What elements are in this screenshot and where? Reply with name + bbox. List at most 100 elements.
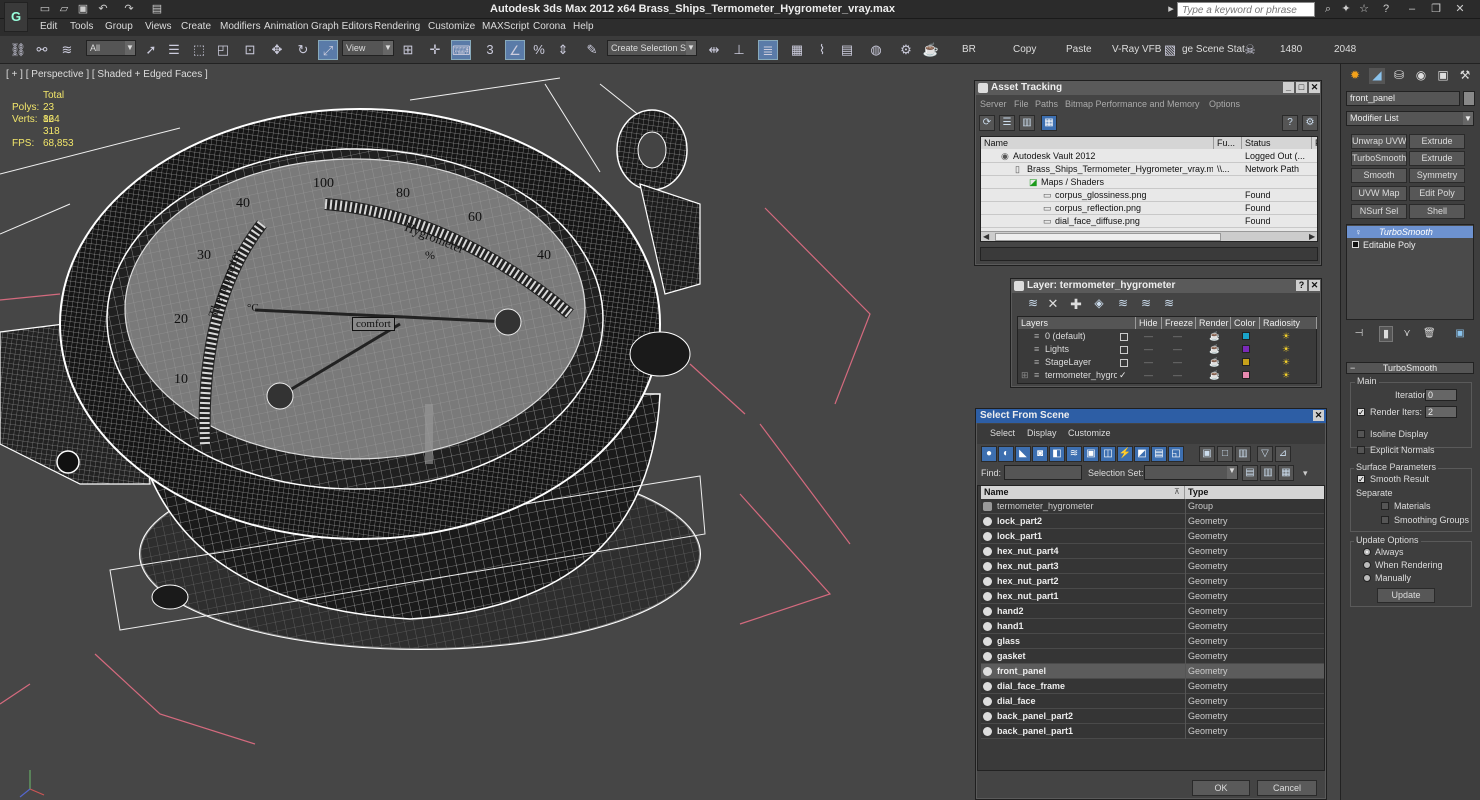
table-row[interactable]: back_panel_part1 Geometry [981,724,1324,739]
table-row[interactable]: ▭ corpus_reflection.png Found [981,202,1317,215]
hide-toggle-icon[interactable]: — [1144,343,1154,356]
favorites-icon[interactable]: ☆ [1356,2,1372,17]
undo-icon[interactable]: ↶ [96,2,110,16]
layer-row[interactable]: ≡ StageLayer — — ☕ ☀ [1018,356,1316,369]
sfs-menu-customize[interactable]: Customize [1068,428,1111,438]
table-row[interactable]: ▭ dial_face_diffuse.png Found [981,215,1317,228]
radiosity-icon[interactable]: ☀ [1282,369,1294,382]
uvw-map-button[interactable]: UVW Map [1351,186,1407,201]
expand-icon[interactable] [1352,241,1359,248]
maximize-icon[interactable]: ❐ [1428,2,1444,17]
sfs-col-type[interactable]: Type [1185,486,1324,499]
scene-states-button[interactable]: ge Scene Stat [1182,44,1245,55]
layer-manager-icon[interactable]: ≣ [758,40,778,60]
freeze-all-icon[interactable]: ≋ [1161,296,1177,312]
select-move-icon[interactable]: ⊡ [240,40,260,60]
nsurf-sel-button[interactable]: NSurf Sel [1351,204,1407,219]
table-row[interactable]: dial_face_frame Geometry [981,679,1324,694]
edit-set-icon[interactable]: ▦ [1278,465,1294,481]
delete-layer-icon[interactable]: ✕ [1045,296,1061,312]
sfs-col-name[interactable]: Name [981,486,1185,499]
rotate-icon[interactable]: ↻ [293,40,313,60]
freeze-toggle-icon[interactable]: — [1173,356,1183,369]
at-menu-options[interactable]: Options [1209,99,1240,109]
current-layer-checkbox[interactable] [1120,346,1128,354]
render-iters-checkbox[interactable]: ✓ [1357,408,1365,417]
radiosity-icon[interactable]: ☀ [1282,356,1294,369]
add-to-layer-icon[interactable]: ✚ [1068,296,1084,312]
save-file-icon[interactable]: ▣ [76,2,90,16]
close-icon[interactable]: ✕ [1313,410,1324,421]
smooth-result-checkbox[interactable]: ✓ [1357,475,1365,484]
named-selection-dropdown[interactable]: Create Selection Se ▼ [607,40,697,56]
at-col-p[interactable]: P [1312,137,1317,149]
community-icon[interactable]: ✦ [1338,2,1354,17]
at-menu-server[interactable]: Server [980,99,1007,109]
menu-modifiers[interactable]: Modifiers [220,21,261,32]
table-row[interactable]: ▭ corpus_glossiness.png Found [981,189,1317,202]
find-input[interactable] [1004,465,1082,480]
create-layer-icon[interactable]: ≋ [1025,296,1041,312]
at-menu-file[interactable]: File [1014,99,1029,109]
scroll-right-icon[interactable]: ▶ [1309,232,1315,241]
edit-named-selections-icon[interactable]: ✎ [582,40,602,60]
materials-checkbox[interactable] [1381,502,1389,510]
table-row[interactable]: termometer_hygrometer Group [981,499,1324,514]
modifier-list-dropdown[interactable]: Modifier List ▼ [1346,111,1474,126]
selection-set-dropdown[interactable]: ▼ [1144,465,1238,480]
align-icon[interactable]: ⊥ [729,40,749,60]
table-row[interactable]: back_panel_part2 Geometry [981,709,1324,724]
filter-containers-icon[interactable]: ◩ [1134,446,1150,462]
at-menu-paths[interactable]: Paths [1035,99,1058,109]
hide-all-icon[interactable]: ≋ [1138,296,1154,312]
percent-snap-icon[interactable]: % [529,40,549,60]
layer-color-swatch[interactable] [1242,345,1250,353]
when-rendering-radio[interactable] [1363,561,1371,569]
search-input[interactable]: Type a keyword or phrase [1177,2,1315,17]
render-iters-spinner[interactable]: 2 [1425,406,1457,418]
menu-corona[interactable]: Corona [533,21,566,32]
select-in-layer-icon[interactable]: ◈ [1091,296,1107,312]
filter-cameras-icon[interactable]: ◙ [1032,446,1048,462]
layer-col-radiosity[interactable]: Radiosity [1260,317,1317,329]
project-folder-icon[interactable]: ▤ [150,2,164,16]
render-setup-icon[interactable]: ⚙ [896,40,916,60]
layer-col-hide[interactable]: Hide [1136,317,1162,329]
render-height-button[interactable]: 2048 [1334,44,1356,55]
schematic-view-icon[interactable]: ▤ [837,40,857,60]
select-by-name-icon[interactable]: ☰ [164,40,184,60]
table-row[interactable]: hand1 Geometry [981,619,1324,634]
filter-settings-icon[interactable]: ⊿ [1275,446,1291,462]
layer-col-layers[interactable]: Layers [1018,317,1136,329]
radiosity-icon[interactable]: ☀ [1282,330,1294,343]
create-tab-icon[interactable]: ✹ [1347,68,1363,84]
layer-row[interactable]: ≡ 0 (default) — — ☕ ☀ [1018,330,1316,343]
unlink-icon[interactable]: ⚯ [32,40,52,60]
hide-toggle-icon[interactable]: — [1144,369,1154,382]
table-row[interactable]: hand2 Geometry [981,604,1324,619]
menu-tools[interactable]: Tools [70,21,93,32]
current-layer-check-icon[interactable]: ✓ [1119,369,1129,382]
iterations-spinner[interactable]: 0 [1425,389,1457,401]
table-row[interactable]: hex_nut_part2 Geometry [981,574,1324,589]
object-name-field[interactable]: front_panel [1346,91,1460,106]
close-icon[interactable]: ✕ [1452,2,1468,17]
at-col-full[interactable]: Fu... [1214,137,1242,149]
remove-modifier-icon[interactable]: 🗑 [1423,328,1436,340]
table-row[interactable]: gasket Geometry [981,649,1324,664]
table-row-selected[interactable]: front_panel Geometry [981,664,1324,679]
filter-geometry-icon[interactable]: ● [981,446,997,462]
table-row[interactable]: hex_nut_part1 Geometry [981,589,1324,604]
table-row[interactable]: ◪ Maps / Shaders [981,176,1317,189]
bind-spacewarp-icon[interactable]: ≋ [57,40,77,60]
expand-icon[interactable]: ⊞ [1021,369,1031,382]
update-button[interactable]: Update [1377,588,1435,603]
menu-views[interactable]: Views [145,21,172,32]
turbosmooth-button[interactable]: TurboSmooth [1351,151,1407,166]
layer-color-swatch[interactable] [1242,358,1250,366]
graphite-tools-icon[interactable]: ▦ [787,40,807,60]
scroll-left-icon[interactable]: ◀ [983,232,989,241]
menu-create[interactable]: Create [181,21,211,32]
edit-poly-button[interactable]: Edit Poly [1409,186,1465,201]
table-view-icon[interactable]: ▦ [1041,115,1057,131]
